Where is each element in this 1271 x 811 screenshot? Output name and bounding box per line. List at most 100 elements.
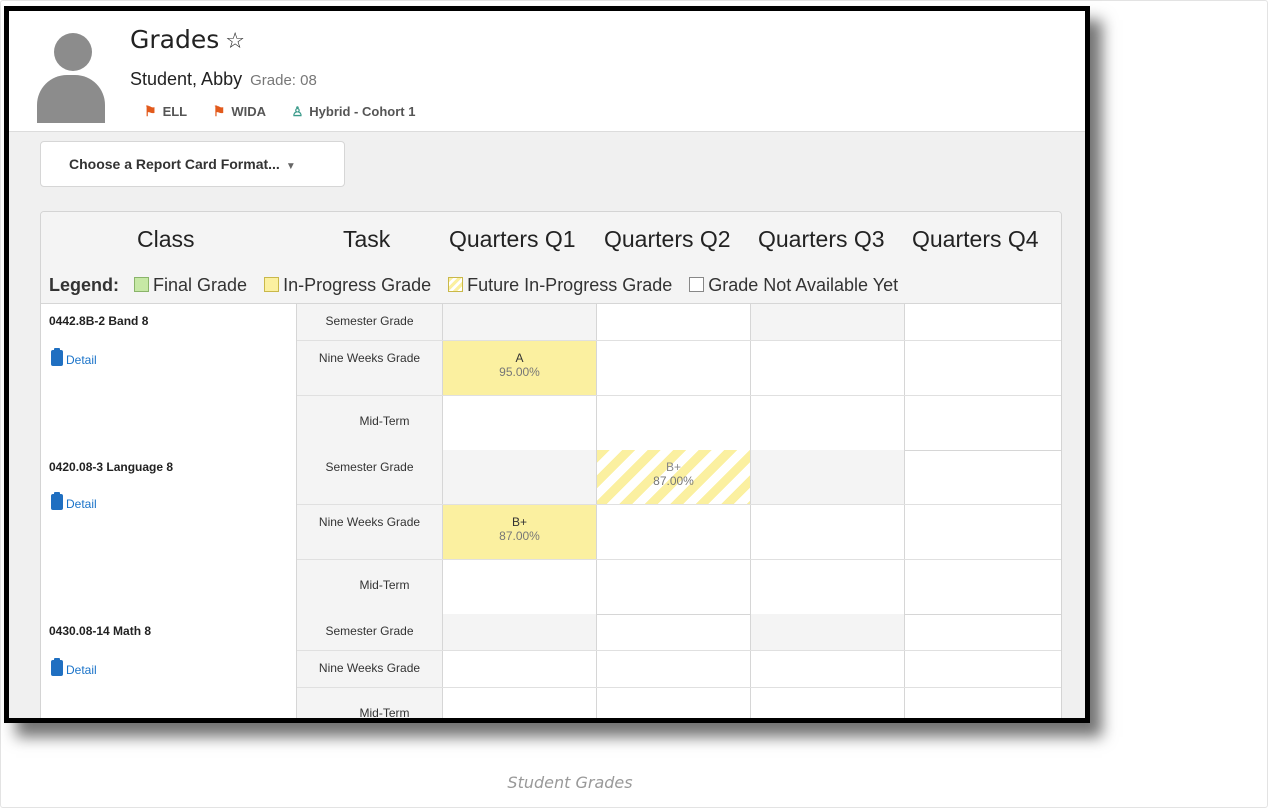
class-name: 0430.08-14 Math 8 bbox=[49, 624, 152, 638]
grade-cell-q3[interactable] bbox=[751, 304, 905, 340]
grade-cell-q3[interactable] bbox=[751, 396, 905, 450]
student-name-text: Student, Abby bbox=[130, 69, 243, 89]
grade-cell-q4[interactable] bbox=[905, 688, 1059, 718]
grade-cell-q4[interactable] bbox=[905, 614, 1059, 650]
task-label: Nine Weeks Grade bbox=[297, 505, 443, 559]
grade-letter: A bbox=[515, 351, 524, 365]
task-label: Semester Grade bbox=[297, 304, 443, 340]
figure-caption: Student Grades bbox=[507, 773, 633, 792]
legend: Legend: Final Grade In-Progress Grade Fu… bbox=[41, 266, 1061, 304]
class-cell: 0430.08-14 Math 8 Detail bbox=[41, 614, 297, 718]
grade-cell-q4[interactable] bbox=[905, 341, 1059, 395]
grade-cell-q3[interactable] bbox=[751, 505, 905, 559]
task-row: Nine Weeks Grade B+ 87.00% bbox=[297, 505, 1061, 560]
grade-cell-q1[interactable]: B+ 87.00% bbox=[443, 505, 597, 559]
task-row: Mid-Term bbox=[297, 688, 1061, 718]
column-header-task: Task bbox=[343, 226, 391, 252]
legend-not-available-label: Grade Not Available Yet bbox=[708, 275, 899, 295]
task-label: Mid-Term bbox=[297, 688, 443, 718]
grade-cell-q2[interactable] bbox=[597, 614, 751, 650]
grade-cell-q1[interactable] bbox=[443, 560, 597, 614]
grade-percent: 95.00% bbox=[499, 365, 540, 379]
grade-cell-q2[interactable] bbox=[597, 505, 751, 559]
in-progress-swatch bbox=[264, 277, 280, 292]
grade-cell-q2[interactable] bbox=[597, 560, 751, 614]
grade-cell-q3[interactable] bbox=[751, 450, 905, 504]
grade-cell-q2[interactable] bbox=[597, 651, 751, 687]
column-header-q3: Quarters Q3 bbox=[758, 226, 885, 252]
grade-cell-q1[interactable]: A 95.00% bbox=[443, 341, 597, 395]
task-row: Nine Weeks Grade A 95.00% bbox=[297, 341, 1061, 396]
legend-future: Future In-Progress Grade bbox=[448, 275, 672, 295]
grade-cell-q3[interactable] bbox=[751, 651, 905, 687]
detail-label: Detail bbox=[66, 353, 97, 367]
student-header: Grades ☆ Student, Abby Grade: 08 ⚑ ELL ⚑ WID… bbox=[9, 11, 1085, 132]
grade-cell-q2[interactable] bbox=[597, 688, 751, 718]
future-swatch bbox=[448, 277, 464, 292]
grade-cell-q2[interactable] bbox=[597, 396, 751, 450]
class-name: 0420.08-3 Language 8 bbox=[49, 460, 174, 474]
grade-cell-q1[interactable] bbox=[443, 304, 597, 340]
task-row: Semester Grade bbox=[297, 304, 1061, 341]
clipboard-icon bbox=[51, 348, 63, 366]
grade-cell-q3[interactable] bbox=[751, 688, 905, 718]
student-flags: ⚑ ELL ⚑ WIDA ♙ Hybrid - Cohort 1 bbox=[144, 103, 437, 120]
star-icon[interactable]: ☆ bbox=[225, 29, 245, 54]
grade-cell-q4[interactable] bbox=[905, 450, 1059, 504]
flag-icon: ⚑ bbox=[212, 103, 226, 119]
clipboard-icon bbox=[51, 658, 63, 676]
grade-cell-q4[interactable] bbox=[905, 396, 1059, 450]
detail-link[interactable]: Detail bbox=[51, 658, 97, 677]
legend-in-progress-label: In-Progress Grade bbox=[283, 275, 432, 295]
task-row: Semester Grade B+ 87.00% bbox=[297, 450, 1061, 505]
detail-label: Detail bbox=[66, 497, 97, 511]
flag-wida[interactable]: ⚑ WIDA bbox=[213, 103, 266, 120]
column-header-class: Class bbox=[137, 226, 195, 252]
class-block: 0420.08-3 Language 8 Detail Semester Gra… bbox=[41, 450, 1061, 615]
grade-cell-q4[interactable] bbox=[905, 560, 1059, 614]
task-label: Mid-Term bbox=[297, 560, 443, 614]
grade-cell-q3[interactable] bbox=[751, 560, 905, 614]
grade-cell-q2[interactable]: B+ 87.00% bbox=[597, 450, 751, 504]
legend-final: Final Grade bbox=[134, 275, 247, 295]
task-label: Nine Weeks Grade bbox=[297, 341, 443, 395]
class-cell: 0442.8B-2 Band 8 Detail bbox=[41, 304, 297, 450]
grade-cell-q4[interactable] bbox=[905, 505, 1059, 559]
grade-cell-q1[interactable] bbox=[443, 450, 597, 504]
grade-level: Grade: 08 bbox=[250, 72, 317, 89]
grade-letter: B+ bbox=[511, 515, 527, 529]
grade-cell-q2[interactable] bbox=[597, 304, 751, 340]
flag-cohort[interactable]: ♙ Hybrid - Cohort 1 bbox=[292, 104, 416, 120]
not-available-swatch bbox=[689, 277, 705, 292]
format-select-label: Choose a Report Card Format... bbox=[69, 156, 280, 172]
grade-cell-q1[interactable] bbox=[443, 651, 597, 687]
grade-cell-q3[interactable] bbox=[751, 614, 905, 650]
grade-cell-q1[interactable] bbox=[443, 688, 597, 718]
legend-final-label: Final Grade bbox=[153, 275, 248, 295]
legend-title: Legend: bbox=[49, 275, 119, 295]
grade-cell-q1[interactable] bbox=[443, 396, 597, 450]
page-title: Grades ☆ bbox=[130, 25, 245, 54]
grade-cell-q1[interactable] bbox=[443, 614, 597, 650]
legend-in-progress: In-Progress Grade bbox=[264, 275, 431, 295]
class-cell: 0420.08-3 Language 8 Detail bbox=[41, 450, 297, 614]
task-row: Semester Grade bbox=[297, 614, 1061, 651]
detail-link[interactable]: Detail bbox=[51, 348, 97, 367]
detail-link[interactable]: Detail bbox=[51, 492, 97, 511]
page-title-text: Grades bbox=[130, 25, 220, 54]
flag-wida-label: WIDA bbox=[231, 104, 266, 119]
flag-ell[interactable]: ⚑ ELL bbox=[144, 103, 187, 120]
flag-ell-label: ELL bbox=[162, 104, 188, 119]
grade-cell-q2[interactable] bbox=[597, 341, 751, 395]
report-card-format-select[interactable]: Choose a Report Card Format... ▼ bbox=[40, 141, 345, 187]
grade-cell-q3[interactable] bbox=[751, 341, 905, 395]
person-icon: ♙ bbox=[291, 104, 304, 119]
grade-cell-q4[interactable] bbox=[905, 304, 1059, 340]
column-header-row: Class Task Quarters Q1 Quarters Q2 Quart… bbox=[41, 212, 1061, 267]
student-name: Student, Abby Grade: 08 bbox=[130, 69, 317, 90]
chevron-down-icon: ▼ bbox=[285, 161, 296, 172]
column-header-q4: Quarters Q4 bbox=[912, 226, 1039, 252]
task-row: Mid-Term bbox=[297, 396, 1061, 450]
grade-cell-q4[interactable] bbox=[905, 651, 1059, 687]
legend-not-available: Grade Not Available Yet bbox=[689, 275, 898, 295]
